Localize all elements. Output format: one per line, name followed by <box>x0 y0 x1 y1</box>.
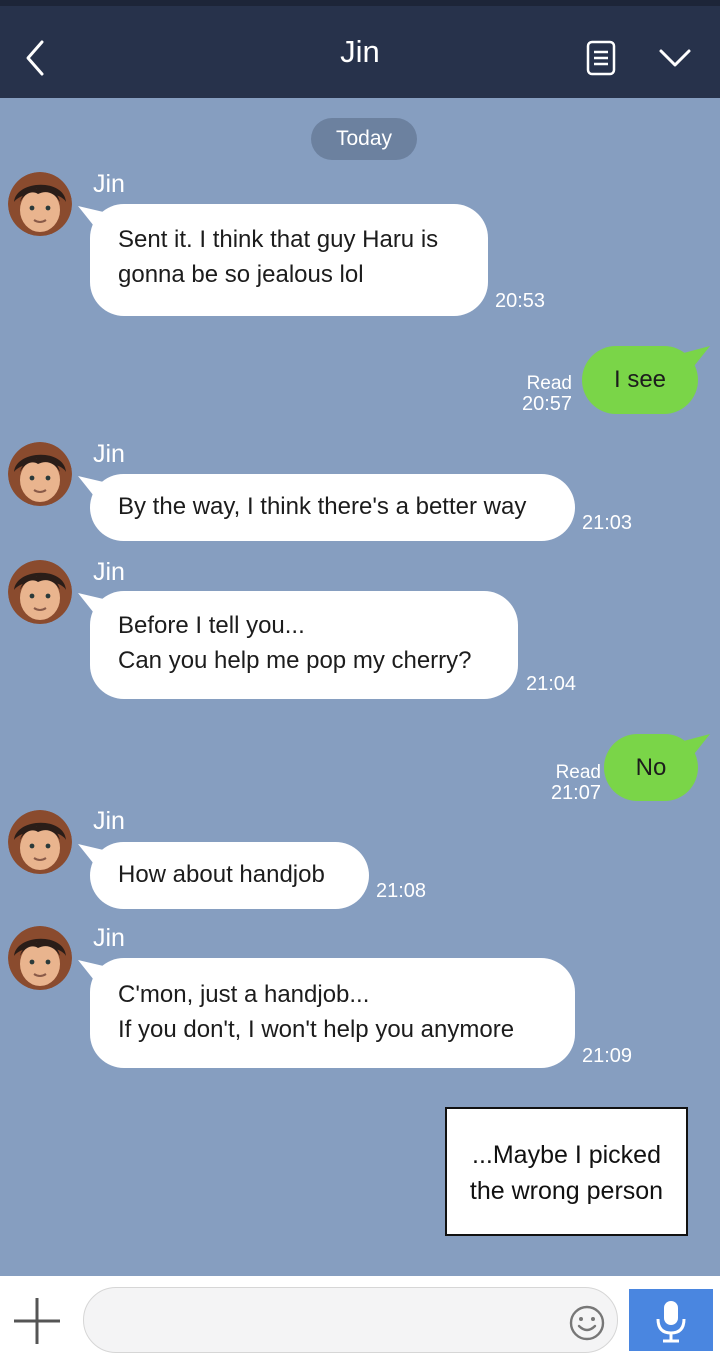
message-time: 20:53 <box>495 290 546 312</box>
outgoing-message[interactable]: No <box>604 734 698 801</box>
incoming-message[interactable]: Before I tell you... Can you help me pop… <box>90 591 518 699</box>
caption-box: ...Maybe I picked the wrong person <box>445 1107 688 1236</box>
sender-name: Jin <box>93 807 125 835</box>
incoming-message[interactable]: By the way, I think there's a better way <box>90 474 575 541</box>
avatar[interactable] <box>8 172 72 236</box>
chat-header: Jin <box>0 0 720 98</box>
avatar[interactable] <box>8 810 72 874</box>
sender-name: Jin <box>93 170 125 198</box>
incoming-message[interactable]: Sent it. I think that guy Haru is gonna … <box>90 204 488 316</box>
message-text: I see <box>613 366 667 393</box>
outgoing-message[interactable]: I see <box>582 346 698 414</box>
smiley-icon[interactable] <box>568 1304 606 1342</box>
message-composer <box>0 1276 720 1365</box>
message-time: 21:04 <box>526 673 577 695</box>
read-label: Read <box>555 762 601 783</box>
chevron-down-icon[interactable] <box>652 38 698 78</box>
incoming-message[interactable]: C'mon, just a handjob... If you don't, I… <box>90 958 575 1068</box>
sender-name: Jin <box>93 440 125 468</box>
message-input[interactable] <box>106 1288 556 1352</box>
message-time: 21:07 <box>550 782 601 804</box>
avatar[interactable] <box>8 560 72 624</box>
message-text: By the way, I think there's a better way <box>118 493 527 520</box>
avatar[interactable] <box>8 926 72 990</box>
read-receipt: Read 21:07 <box>544 762 601 804</box>
message-text: How about handjob <box>118 861 325 888</box>
microphone-button[interactable] <box>629 1289 713 1351</box>
message-text: C'mon, just a handjob... If you don't, I… <box>118 981 515 1043</box>
microphone-icon <box>656 1301 686 1343</box>
message-time: 21:09 <box>582 1045 633 1067</box>
message-input-wrapper <box>83 1287 618 1353</box>
notes-icon[interactable] <box>582 38 620 78</box>
message-time: 21:03 <box>582 512 633 534</box>
date-divider: Today <box>311 118 417 160</box>
avatar[interactable] <box>8 442 72 506</box>
sender-name: Jin <box>93 924 125 952</box>
message-text: No <box>635 754 667 781</box>
sender-name: Jin <box>93 558 125 586</box>
read-receipt: Read 20:57 <box>522 373 572 415</box>
message-text: Sent it. I think that guy Haru is gonna … <box>118 226 439 288</box>
plus-icon[interactable] <box>10 1294 64 1348</box>
message-time: 20:57 <box>522 393 573 415</box>
message-text: Before I tell you... Can you help me pop… <box>118 612 472 674</box>
read-label: Read <box>526 373 572 394</box>
incoming-message[interactable]: How about handjob <box>90 842 369 909</box>
message-time: 21:08 <box>376 880 427 902</box>
